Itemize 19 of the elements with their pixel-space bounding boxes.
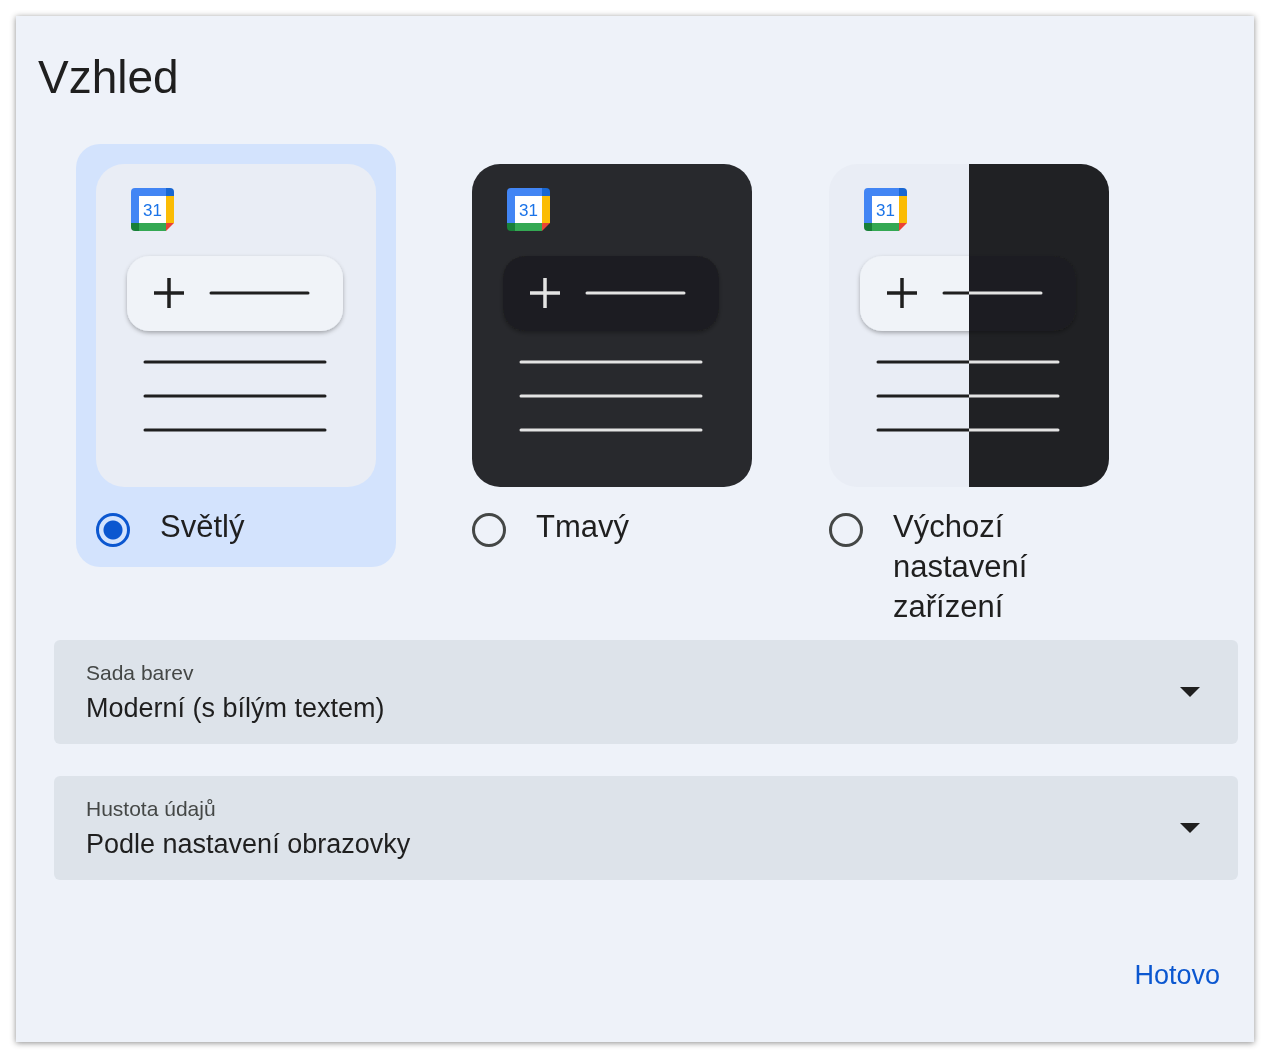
radio-button[interactable] xyxy=(472,513,506,547)
field-value: Podle nastavení obrazovky xyxy=(86,828,412,860)
dropdown-field[interactable]: Hustota údajů Podle nastavení obrazovky xyxy=(54,776,1238,880)
dialog-title: Vzhled xyxy=(38,50,180,104)
theme-label: Výchozí nastavení zařízení xyxy=(893,508,1029,626)
done-button[interactable]: Hotovo xyxy=(1132,952,1222,999)
field-value: Moderní (s bílým textem) xyxy=(86,692,386,724)
radio-button[interactable] xyxy=(829,513,863,547)
field-label: Hustota údajů xyxy=(86,796,217,821)
theme-preview[interactable]: 31 xyxy=(96,164,376,487)
caret-icon xyxy=(1180,687,1200,697)
theme-preview[interactable]: 31 xyxy=(472,164,752,487)
radio-button[interactable] xyxy=(96,513,130,547)
theme-label: Světlý xyxy=(160,508,245,546)
theme-preview[interactable]: 31 xyxy=(829,164,1109,487)
field-label: Sada barev xyxy=(86,660,195,685)
caret-icon xyxy=(1180,823,1200,833)
dropdown-field[interactable]: Sada barev Moderní (s bílým textem) xyxy=(54,640,1238,744)
theme-label: Tmavý xyxy=(536,508,629,546)
